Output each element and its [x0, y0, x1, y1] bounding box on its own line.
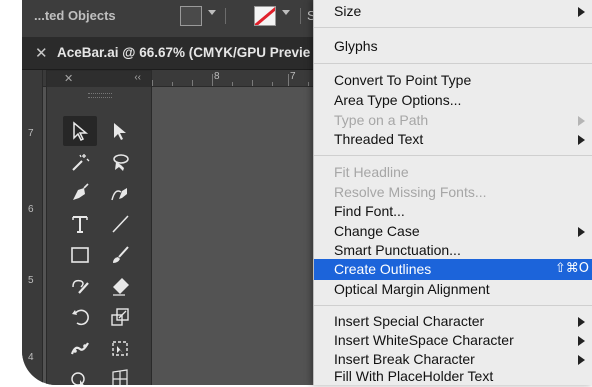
- menu-item-label: Insert Special Character: [334, 313, 485, 329]
- stroke-swatch[interactable]: [254, 6, 276, 26]
- menu-item-label: Insert Break Character: [334, 351, 475, 367]
- vertical-ruler[interactable]: 7 6 5 4: [22, 70, 43, 385]
- menu-item-label: Create Outlines: [334, 261, 432, 277]
- ruler-label: 8: [214, 71, 220, 82]
- submenu-arrow-icon: [578, 135, 585, 145]
- menu-separator: [314, 27, 592, 28]
- selection-tool-icon[interactable]: [63, 116, 97, 146]
- keyboard-shortcut: ⇧⌘O: [554, 261, 589, 276]
- type-tool-icon[interactable]: [63, 209, 97, 239]
- perspective-grid-tool-icon[interactable]: [103, 364, 137, 385]
- fill-swatch[interactable]: [180, 6, 202, 26]
- menu-item-label: Threaded Text: [334, 131, 424, 147]
- submenu-arrow-icon: [578, 317, 585, 327]
- divider: [300, 8, 301, 24]
- lasso-tool-icon[interactable]: [103, 147, 137, 177]
- menu-item-change-case[interactable]: Change Case: [314, 221, 592, 242]
- menu-item-smart-punctuation[interactable]: Smart Punctuation...: [314, 240, 592, 261]
- line-segment-tool-icon[interactable]: [103, 209, 137, 239]
- divider: [225, 8, 226, 24]
- rectangle-tool-icon[interactable]: [63, 240, 97, 270]
- rotate-tool-icon[interactable]: [63, 302, 97, 332]
- puppet-warp-tool-icon[interactable]: [63, 333, 97, 363]
- menu-item-label: Fit Headline: [334, 164, 409, 180]
- collapse-panel-icon[interactable]: ‹‹: [134, 72, 141, 83]
- paintbrush-tool-icon[interactable]: [103, 240, 137, 270]
- menu-item-fit-headline: Fit Headline: [314, 162, 592, 183]
- menu-item-type-on-a-path: Type on a Path: [314, 110, 592, 131]
- ruler-tick: [288, 74, 289, 86]
- eraser-tool-icon[interactable]: [103, 271, 137, 301]
- close-panel-icon[interactable]: ✕: [64, 72, 73, 85]
- menu-item-label: Type on a Path: [334, 112, 429, 128]
- ruler-tick: [172, 82, 173, 86]
- menu-item-label: Resolve Missing Fonts...: [334, 184, 487, 200]
- ruler-label: 7: [290, 71, 296, 82]
- menu-item-fill-with-placeholder-text[interactable]: Fill With PlaceHolder Text: [314, 366, 592, 387]
- submenu-arrow-icon: [578, 7, 585, 17]
- ruler-tick: [192, 80, 193, 86]
- menu-item-threaded-text[interactable]: Threaded Text: [314, 129, 592, 150]
- menu-item-label: Fill With PlaceHolder Text: [334, 368, 494, 384]
- menu-item-glyphs[interactable]: Glyphs: [314, 36, 592, 57]
- document-tab-title[interactable]: AceBar.ai @ 66.67% (CMYK/GPU Previe: [57, 45, 310, 60]
- menu-item-resolve-missing-fonts: Resolve Missing Fonts...: [314, 182, 592, 203]
- fill-dropdown-icon[interactable]: [208, 10, 216, 15]
- menu-item-insert-whitespace-character[interactable]: Insert WhiteSpace Character: [314, 330, 592, 351]
- ruler-tick: [152, 80, 153, 86]
- ruler-label: 6: [28, 204, 34, 215]
- stroke-dropdown-icon[interactable]: [282, 10, 290, 15]
- tools-panel-header[interactable]: ✕ ‹‹: [47, 71, 151, 87]
- ruler-tick: [212, 74, 213, 86]
- pen-tool-icon[interactable]: [63, 178, 97, 208]
- menu-item-label: Change Case: [334, 223, 420, 239]
- menu-item-convert-to-point-type[interactable]: Convert To Point Type: [314, 70, 592, 91]
- menu-item-label: Size: [334, 3, 362, 19]
- ruler-tick: [232, 82, 233, 86]
- tools-panel: ✕ ‹‹: [46, 70, 152, 385]
- submenu-arrow-icon: [578, 355, 585, 365]
- ruler-tick: [272, 82, 273, 86]
- menu-separator: [314, 305, 592, 306]
- submenu-arrow-icon: [578, 116, 585, 126]
- ruler-label: 4: [28, 352, 34, 363]
- control-bar-label: ...ted Objects: [34, 8, 116, 23]
- menu-item-label: Find Font...: [334, 203, 405, 219]
- menu-item-size[interactable]: Size: [314, 1, 592, 22]
- free-transform-tool-icon[interactable]: [103, 333, 137, 363]
- menu-item-label: Glyphs: [334, 38, 378, 54]
- menu-separator: [314, 155, 592, 156]
- ruler-tick: [308, 82, 309, 86]
- submenu-arrow-icon: [578, 227, 585, 237]
- scale-tool-icon[interactable]: [103, 302, 137, 332]
- menu-item-label: Smart Punctuation...: [334, 242, 461, 258]
- ruler-label: 5: [28, 275, 34, 286]
- direct-selection-tool-icon[interactable]: [103, 116, 137, 146]
- curvature-tool-icon[interactable]: [103, 178, 137, 208]
- panel-grip[interactable]: [88, 93, 112, 98]
- menu-item-label: Optical Margin Alignment: [334, 281, 490, 297]
- submenu-arrow-icon: [578, 336, 585, 346]
- menu-item-create-outlines[interactable]: Create Outlines ⇧⌘O: [314, 259, 592, 280]
- menu-item-optical-margin-alignment[interactable]: Optical Margin Alignment: [314, 279, 592, 300]
- type-menu: Size Glyphs Convert To Point Type Area T…: [313, 0, 592, 385]
- close-tab-icon[interactable]: ✕: [35, 44, 48, 62]
- menu-item-find-font[interactable]: Find Font...: [314, 201, 592, 222]
- ruler-tick: [252, 80, 253, 86]
- menu-item-area-type-options[interactable]: Area Type Options...: [314, 90, 592, 111]
- shaper-tool-icon[interactable]: [63, 271, 97, 301]
- ruler-label: 7: [28, 128, 34, 139]
- menu-item-label: Area Type Options...: [334, 92, 462, 108]
- shape-builder-tool-icon[interactable]: [63, 364, 97, 385]
- menu-item-label: Insert WhiteSpace Character: [334, 332, 514, 348]
- menu-item-insert-special-character[interactable]: Insert Special Character: [314, 311, 592, 332]
- menu-separator: [314, 63, 592, 64]
- magic-wand-tool-icon[interactable]: [63, 147, 97, 177]
- menu-item-label: Convert To Point Type: [334, 72, 472, 88]
